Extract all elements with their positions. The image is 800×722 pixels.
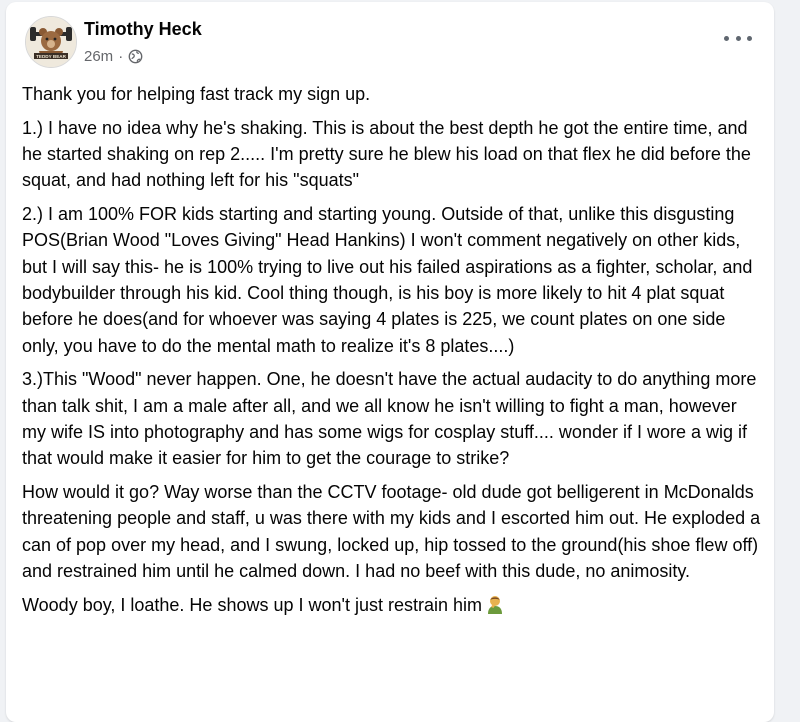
meta-separator: · — [118, 48, 124, 65]
more-options-button[interactable] — [724, 28, 752, 48]
avatar[interactable]: TEDDY BEAR — [25, 16, 77, 68]
more-dot-icon — [747, 35, 752, 41]
post-paragraph: How would it go? Way worse than the CCTV… — [22, 482, 761, 582]
post-paragraph: 1.) I have no idea why he's shaking. Thi… — [22, 117, 751, 191]
globe-icon[interactable] — [128, 49, 143, 64]
author-name[interactable]: Timothy Heck — [84, 19, 202, 40]
more-dot-icon — [724, 35, 729, 41]
person-facepalming-emoji — [487, 595, 502, 614]
post-paragraph-last: Woody boy, I loathe. He shows up I won't… — [22, 592, 762, 618]
post-paragraph-text: Woody boy, I loathe. He shows up I won't… — [22, 594, 482, 615]
post-meta: 26m · — [84, 48, 143, 65]
post-card: TEDDY BEAR Timothy Heck 26m · Thank you … — [6, 2, 774, 722]
post-paragraph: 2.) I am 100% FOR kids starting and star… — [22, 204, 753, 356]
more-dot-icon — [735, 35, 741, 41]
post-paragraph: Thank you for helping fast track my sign… — [22, 84, 371, 104]
timestamp[interactable]: 26m — [84, 48, 113, 65]
avatar-image: TEDDY BEAR — [26, 17, 76, 67]
avatar-logo-text: TEDDY BEAR — [36, 54, 66, 59]
post-paragraph: 3.)This "Wood" never happen. One, he doe… — [22, 369, 757, 469]
post-body: Thank you for helping fast track my sign… — [22, 81, 762, 626]
